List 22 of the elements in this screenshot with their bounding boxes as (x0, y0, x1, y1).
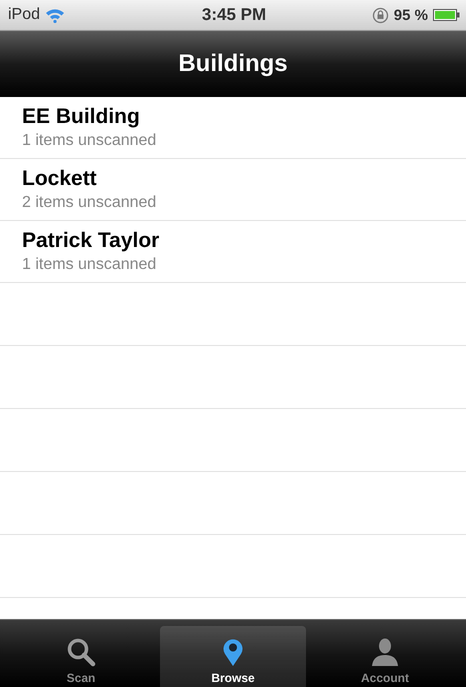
building-row[interactable]: Patrick Taylor 1 items unscanned (0, 221, 466, 283)
clock-time: 3:45 PM (202, 5, 266, 25)
map-pin-icon (222, 637, 244, 667)
screen-title: Buildings (178, 50, 288, 78)
battery-icon (433, 9, 460, 21)
building-name: EE Building (22, 105, 141, 129)
tab-button[interactable]: Scan (8, 626, 154, 687)
device-name: iPod (8, 6, 40, 24)
tab-button[interactable]: Account (312, 626, 458, 687)
building-row[interactable]: EE Building 1 items unscanned (0, 97, 466, 159)
unscanned-count: 2 items unscanned (22, 194, 158, 212)
building-name: Lockett (22, 167, 98, 191)
battery-percent: 95 % (394, 6, 428, 24)
unscanned-count: 1 items unscanned (22, 132, 158, 150)
search-icon (66, 637, 96, 667)
rotation-lock-icon (372, 6, 389, 24)
person-icon (370, 637, 400, 667)
tab-button[interactable]: Browse (160, 626, 306, 687)
unscanned-count: 1 items unscanned (22, 256, 158, 274)
wifi-icon (45, 8, 66, 22)
building-name: Patrick Taylor (22, 229, 160, 253)
building-row[interactable]: Lockett 2 items unscanned (0, 159, 466, 221)
